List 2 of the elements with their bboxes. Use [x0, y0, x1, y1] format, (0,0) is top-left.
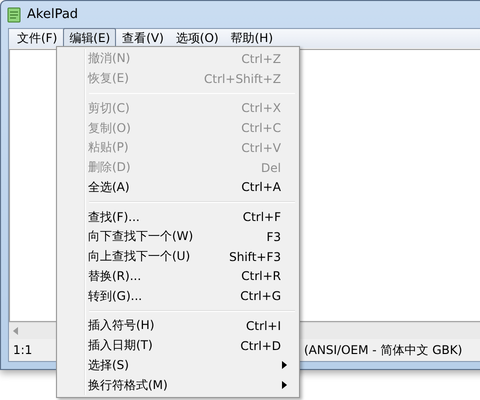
- encoding-label: (ANSI/OEM - 简体中文 GBK): [304, 342, 462, 358]
- window-title: AkelPad: [27, 7, 78, 22]
